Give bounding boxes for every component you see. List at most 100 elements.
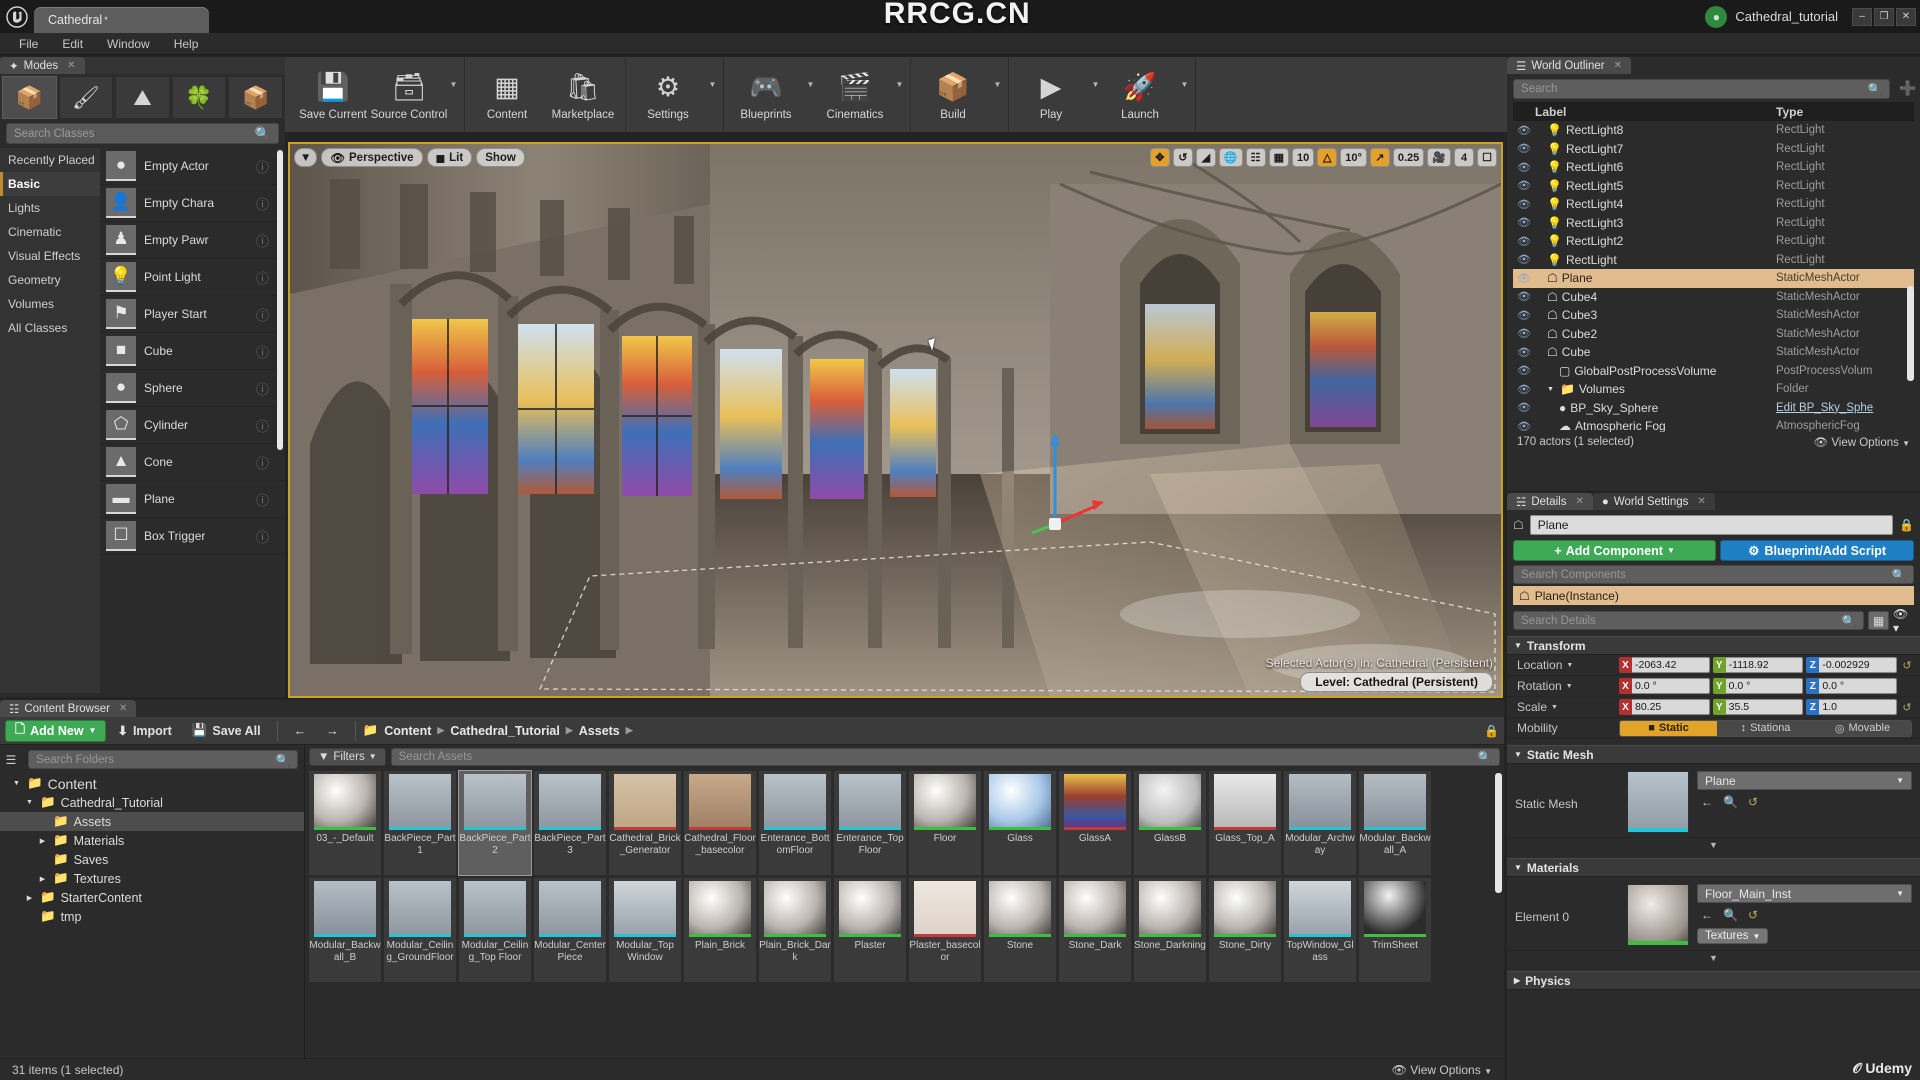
user-avatar-icon[interactable]: ● [1705, 5, 1728, 28]
section-physics[interactable]: ▶ Physics [1507, 971, 1920, 990]
maximize-button[interactable]: ❐ [1874, 7, 1894, 26]
folder-search-input[interactable]: Search Folders 🔍 [28, 750, 298, 769]
visibility-eye-icon[interactable]: 👁 [1513, 253, 1535, 266]
history-back-button[interactable]: ← [285, 720, 316, 742]
outliner-row-rectlight3[interactable]: 👁 💡 RectLight3 RectLight [1513, 214, 1914, 233]
visibility-eye-icon[interactable]: 👁 [1513, 364, 1535, 377]
tree-options-icon[interactable]: ☰ [0, 753, 22, 767]
search-icon[interactable]: 🔍 [1842, 614, 1856, 628]
grid-snap-value[interactable]: 10 [1291, 148, 1315, 167]
close-button[interactable]: ✕ [1896, 7, 1916, 26]
asset-cell-stone-dirty[interactable]: Stone_Dirty [1209, 878, 1281, 982]
breadcrumb-cathedral-tutorial[interactable]: Cathedral_Tutorial [450, 724, 560, 738]
chevron-down-icon[interactable]: ▼ [804, 57, 817, 132]
visibility-eye-icon[interactable]: 👁 [1513, 346, 1535, 359]
chevron-right-icon[interactable]: ▶ [24, 894, 35, 902]
rotate-mode-icon[interactable]: ↺ [1172, 148, 1193, 167]
placement-category-all-classes[interactable]: All Classes [0, 316, 100, 340]
viewport-perspective-menu[interactable]: 👁 Perspective [321, 148, 423, 167]
placement-item-point-light[interactable]: 💡 Point Light ⓘ [100, 259, 285, 296]
placement-category-visual-effects[interactable]: Visual Effects [0, 244, 100, 268]
static-mesh-combo[interactable]: Plane ▼ [1697, 771, 1912, 790]
section-static-mesh[interactable]: ▼ Static Mesh [1507, 745, 1920, 764]
scale-mode-icon[interactable]: ◢ [1195, 148, 1216, 167]
asset-cell-trimsheet[interactable]: TrimSheet [1359, 878, 1431, 982]
add-component-button[interactable]: + Add Component ▼ [1513, 540, 1717, 561]
folder-startercontent[interactable]: ▶ 📁 StarterContent [0, 888, 304, 907]
toolbar-launch-button[interactable]: 🚀 Launch [1102, 57, 1178, 132]
translate-mode-icon[interactable]: ✥ [1149, 148, 1170, 167]
outliner-row-cube4[interactable]: 👁 ☖ Cube4 StaticMeshActor [1513, 288, 1914, 307]
breadcrumb-content[interactable]: Content [384, 724, 431, 738]
asset-search-input[interactable]: Search Assets 🔍 [390, 747, 1500, 766]
tab-content-browser[interactable]: ☷ Content Browser ✕ [0, 700, 137, 717]
tab-details[interactable]: ☵ Details ✕ [1507, 493, 1593, 510]
info-icon[interactable]: ⓘ [256, 305, 269, 324]
menu-help[interactable]: Help [163, 35, 210, 53]
chevron-down-icon[interactable]: ▼ [706, 57, 719, 132]
info-icon[interactable]: ⓘ [256, 268, 269, 287]
toolbar-settings-button[interactable]: ⚙ Settings [630, 57, 706, 132]
surface-snap-icon[interactable]: ☷ [1245, 148, 1266, 167]
chevron-down-icon[interactable]: ▼ [893, 57, 906, 132]
search-icon[interactable]: 🔍 [255, 126, 271, 142]
asset-cell-modular-backwall-a[interactable]: Modular_Backwall_A [1359, 771, 1431, 875]
material-combo[interactable]: Floor_Main_Inst ▼ [1697, 884, 1912, 903]
breadcrumb-assets[interactable]: Assets [579, 724, 620, 738]
visibility-eye-icon[interactable]: 👁 [1513, 290, 1535, 303]
mobility-static[interactable]: ■ Static [1620, 720, 1717, 736]
visibility-eye-icon[interactable]: 👁 [1513, 124, 1535, 137]
asset-cell-plain-brick-dark[interactable]: Plain_Brick_Dark [759, 878, 831, 982]
asset-cell-enterance-topfloor[interactable]: Enterance_TopFloor [834, 771, 906, 875]
toolbar-source-control-button[interactable]: 🗃 Source Control [371, 57, 448, 132]
asset-cell-modular-centerpiece[interactable]: Modular_CenterPiece [534, 878, 606, 982]
info-icon[interactable]: ⓘ [256, 416, 269, 435]
chevron-down-icon[interactable]: ▼ [11, 780, 22, 787]
visibility-eye-icon[interactable]: 👁 [1513, 216, 1535, 229]
outliner-row-atmospheric-fog[interactable]: 👁 ☁ Atmospheric Fog AtmosphericFog [1513, 417, 1914, 432]
location-z-field[interactable]: -0.002929 [1819, 657, 1898, 673]
section-materials[interactable]: ▼ Materials [1507, 858, 1920, 877]
viewport-show-menu[interactable]: Show [476, 148, 525, 167]
world-coords-icon[interactable]: 🌐 [1218, 148, 1243, 167]
search-icon[interactable]: 🔍 [1892, 568, 1906, 582]
outliner-row-plane[interactable]: 👁 ☖ Plane StaticMeshActor [1513, 269, 1914, 288]
chevron-down-icon[interactable]: ▼ [1089, 57, 1102, 132]
asset-cell-topwindow-glass[interactable]: TopWindow_Glass [1284, 878, 1356, 982]
close-icon[interactable]: ✕ [67, 60, 75, 71]
asset-cell-modular-top-window[interactable]: Modular_Top Window [609, 878, 681, 982]
placement-category-cinematic[interactable]: Cinematic [0, 220, 100, 244]
history-forward-button[interactable]: → [317, 720, 348, 742]
use-selected-icon[interactable]: ← [1701, 795, 1713, 809]
transform-gizmo[interactable] [1030, 429, 1105, 539]
outliner-row-rectlight7[interactable]: 👁 💡 RectLight7 RectLight [1513, 140, 1914, 159]
browse-icon[interactable]: 🔍 [1723, 908, 1738, 922]
placement-category-lights[interactable]: Lights [0, 196, 100, 220]
visibility-eye-icon[interactable]: 👁 [1513, 327, 1535, 340]
asset-cell-cathedral-floor-basecolor[interactable]: Cathedral_Floor_basecolor [684, 771, 756, 875]
visibility-eye-icon[interactable]: 👁 [1513, 179, 1535, 192]
asset-cell-stone[interactable]: Stone [984, 878, 1056, 982]
asset-cell-modular-backwall-b[interactable]: Modular_Backwall_B [309, 878, 381, 982]
level-viewport[interactable]: ▼ 👁 Perspective ◼ Lit Show ✥ ↺ ◢ 🌐 ☷ ▦ 1… [288, 142, 1503, 698]
project-tab[interactable]: Cathedral * [34, 7, 209, 33]
asset-cell-enterance-bottomfloor[interactable]: Enterance_BottomFloor [759, 771, 831, 875]
folder-content[interactable]: ▼ 📁 Content [0, 774, 304, 793]
outliner-row-rectlight8[interactable]: 👁 💡 RectLight8 RectLight [1513, 121, 1914, 140]
grid-view-icon[interactable]: ▦ [1868, 611, 1889, 630]
visibility-eye-icon[interactable]: 👁 [1513, 272, 1535, 285]
scale-z-field[interactable]: 1.0 [1819, 699, 1898, 715]
save-all-button[interactable]: 💾 Save All [183, 720, 270, 742]
asset-cell-plaster[interactable]: Plaster [834, 878, 906, 982]
add-filter-icon[interactable]: ➕ [1896, 80, 1920, 97]
asset-cell-modular-ceiling-groundfloor[interactable]: Modular_Ceiling_GroundFloor [384, 878, 456, 982]
search-icon[interactable]: 🔍 [276, 753, 290, 767]
toolbar-save-current-button[interactable]: 💾 Save Current [295, 57, 371, 132]
asset-cell-plaster-basecolor[interactable]: Plaster_basecolor [909, 878, 981, 982]
foliage-mode-icon[interactable]: 🍀 [171, 76, 227, 119]
rotation-snap-value[interactable]: 10° [1340, 148, 1367, 167]
toolbar-blueprints-button[interactable]: 🎮 Blueprints [728, 57, 804, 132]
scale-x-field[interactable]: 80.25 [1632, 699, 1710, 715]
folder-tmp[interactable]: 📁 tmp [0, 907, 304, 926]
eye-options-icon[interactable]: 👁▾ [1893, 607, 1914, 635]
